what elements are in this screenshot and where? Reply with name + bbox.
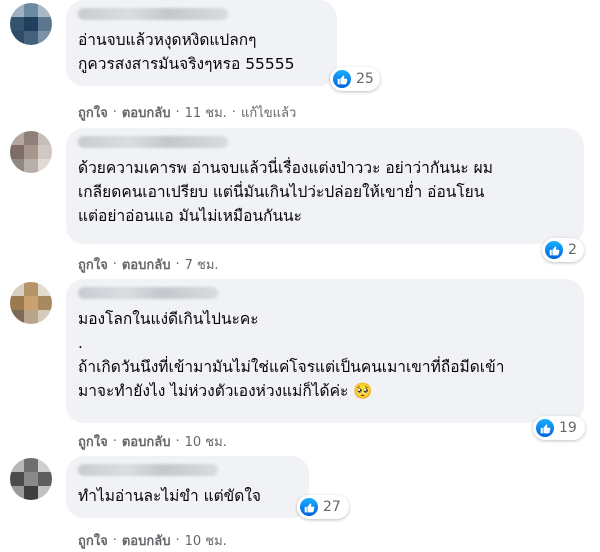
comment-actions: ถูกใจ · ตอบกลับ · 7 ชม. bbox=[78, 254, 219, 275]
reply-button[interactable]: ตอบกลับ bbox=[122, 530, 171, 551]
separator-dot: · bbox=[175, 533, 180, 548]
thumbs-up-icon bbox=[300, 498, 318, 516]
like-button[interactable]: ถูกใจ bbox=[78, 431, 108, 452]
comment-actions: ถูกใจ · ตอบกลับ · 11 ชม. · แก้ไขแล้ว bbox=[78, 102, 296, 123]
timestamp[interactable]: 11 ชม. bbox=[185, 102, 227, 123]
comment-bubble: มองโลกในแง่ดีเกินไปนะคะ . ถ้าเกิดวันนึงท… bbox=[66, 279, 584, 423]
comment-bubble: ด้วยความเคารพ อ่านจบแล้วนี่เรื่องแต่งป่า… bbox=[66, 128, 584, 244]
commenter-name[interactable] bbox=[78, 464, 218, 476]
commenter-name[interactable] bbox=[78, 287, 218, 299]
comment-text: มองโลกในแง่ดีเกินไปนะคะ . ถ้าเกิดวันนึงท… bbox=[78, 310, 505, 400]
comment-text: อ่านจบแล้วหงุดหงิดแปลกๆ กูควรสงสารมันจริ… bbox=[78, 31, 295, 73]
comment-text: ทำไมอ่านละไม่ขำ แต่ขัดใจ bbox=[78, 487, 261, 505]
separator-dot: · bbox=[175, 105, 180, 120]
reply-button[interactable]: ตอบกลับ bbox=[122, 254, 171, 275]
reaction-summary[interactable]: 2 bbox=[542, 238, 584, 262]
reply-button[interactable]: ตอบกลับ bbox=[122, 102, 171, 123]
reaction-count: 27 bbox=[323, 499, 341, 515]
separator-dot: · bbox=[175, 257, 180, 272]
reaction-count: 2 bbox=[568, 242, 577, 258]
comment-bubble: ทำไมอ่านละไม่ขำ แต่ขัดใจ bbox=[66, 456, 309, 518]
like-button[interactable]: ถูกใจ bbox=[78, 530, 108, 551]
separator-dot: · bbox=[112, 533, 117, 548]
separator-dot: · bbox=[112, 434, 117, 449]
comment-text: ด้วยความเคารพ อ่านจบแล้วนี่เรื่องแต่งป่า… bbox=[78, 159, 493, 225]
separator-dot: · bbox=[231, 105, 236, 120]
commenter-name[interactable] bbox=[78, 136, 228, 148]
avatar[interactable] bbox=[10, 458, 52, 500]
timestamp[interactable]: 10 ชม. bbox=[185, 530, 227, 551]
comment-bubble: อ่านจบแล้วหงุดหงิดแปลกๆ กูควรสงสารมันจริ… bbox=[66, 0, 337, 86]
thumbs-up-icon bbox=[536, 419, 554, 437]
reaction-summary[interactable]: 19 bbox=[533, 416, 585, 440]
like-button[interactable]: ถูกใจ bbox=[78, 102, 108, 123]
avatar[interactable] bbox=[10, 3, 52, 45]
thumbs-up-icon bbox=[333, 70, 351, 88]
commenter-name[interactable] bbox=[78, 8, 228, 20]
separator-dot: · bbox=[112, 105, 117, 120]
reaction-summary[interactable]: 25 bbox=[330, 67, 380, 91]
timestamp[interactable]: 10 ชม. bbox=[185, 431, 227, 452]
reaction-count: 19 bbox=[559, 420, 577, 436]
reaction-count: 25 bbox=[356, 71, 374, 87]
avatar[interactable] bbox=[10, 131, 52, 173]
edited-label[interactable]: แก้ไขแล้ว bbox=[241, 102, 296, 123]
like-button[interactable]: ถูกใจ bbox=[78, 254, 108, 275]
comment-actions: ถูกใจ · ตอบกลับ · 10 ชม. bbox=[78, 530, 227, 551]
thumbs-up-icon bbox=[545, 241, 563, 259]
timestamp[interactable]: 7 ชม. bbox=[185, 254, 219, 275]
separator-dot: · bbox=[175, 434, 180, 449]
reaction-summary[interactable]: 27 bbox=[297, 495, 349, 519]
avatar[interactable] bbox=[10, 282, 52, 324]
separator-dot: · bbox=[112, 257, 117, 272]
comment-actions: ถูกใจ · ตอบกลับ · 10 ชม. bbox=[78, 431, 227, 452]
reply-button[interactable]: ตอบกลับ bbox=[122, 431, 171, 452]
